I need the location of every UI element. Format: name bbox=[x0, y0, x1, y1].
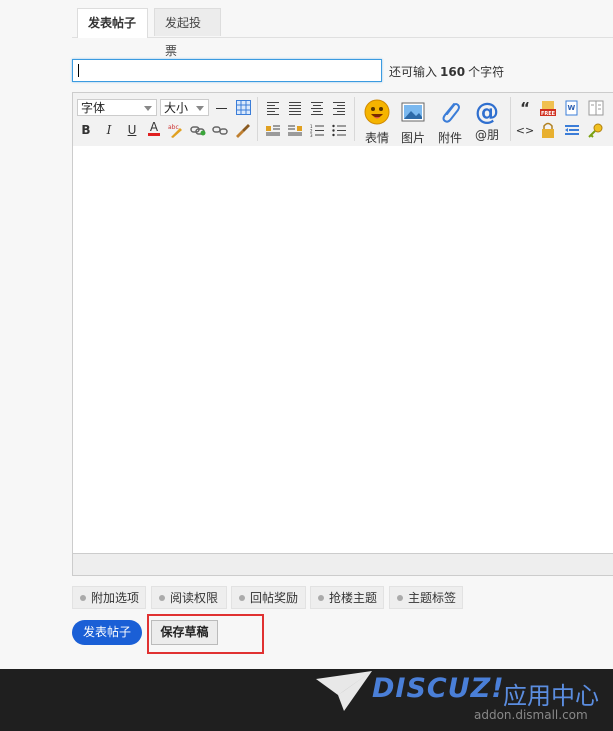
font-size-label: 大小 bbox=[164, 101, 189, 115]
code-button[interactable]: <> bbox=[516, 121, 534, 139]
counter-suffix: 个字符 bbox=[468, 65, 505, 79]
align-right-icon[interactable] bbox=[330, 99, 348, 117]
ordered-list-icon[interactable]: 123 bbox=[308, 121, 326, 139]
svg-text:abc: abc bbox=[168, 124, 179, 131]
align-left-icon[interactable] bbox=[264, 99, 282, 117]
font-size-select[interactable]: 大小 bbox=[160, 99, 209, 116]
attachment-label: 附件 bbox=[437, 131, 462, 145]
option-reply-reward[interactable]: 回帖奖励 bbox=[231, 586, 306, 609]
clear-format-icon[interactable] bbox=[233, 121, 251, 139]
svg-text:W: W bbox=[568, 104, 576, 112]
tab-new-post[interactable]: 发表帖子 bbox=[77, 8, 148, 38]
at-icon: @ bbox=[475, 98, 499, 126]
brand-logo-text: DISCUZ! bbox=[372, 673, 505, 704]
rich-text-editor: 字体 大小 B I U A abc 1 2 3 表情 图片 附件 @ @朋 “ … bbox=[72, 92, 613, 576]
page-layout-icon[interactable] bbox=[587, 99, 605, 117]
title-input[interactable] bbox=[72, 59, 382, 82]
submit-post-button[interactable]: 发表帖子 bbox=[72, 620, 142, 645]
float-left-icon[interactable] bbox=[264, 121, 282, 139]
underline-button[interactable]: U bbox=[123, 121, 141, 139]
image-label: 图片 bbox=[400, 131, 425, 145]
at-friend-button[interactable]: @ @朋 bbox=[470, 99, 504, 143]
unordered-list-icon[interactable] bbox=[330, 121, 348, 139]
at-friend-label: @朋 bbox=[474, 128, 499, 142]
tab-new-poll[interactable]: 发起投票 bbox=[154, 8, 221, 58]
link-icon[interactable] bbox=[189, 121, 207, 139]
float-right-icon[interactable] bbox=[286, 121, 304, 139]
toolbar-separator bbox=[510, 97, 511, 141]
svg-text:FREE: FREE bbox=[541, 111, 556, 117]
word-paste-icon[interactable]: W bbox=[563, 99, 581, 117]
italic-button[interactable]: I bbox=[100, 121, 118, 139]
font-family-select[interactable]: 字体 bbox=[77, 99, 157, 116]
align-justify-icon[interactable] bbox=[286, 99, 304, 117]
footer-banner: DISCUZ! 应用中心 addon.dismall.com bbox=[0, 669, 613, 731]
chevron-down-icon bbox=[196, 106, 204, 111]
quote-button[interactable]: “ bbox=[516, 99, 534, 117]
smiley-icon bbox=[364, 99, 390, 125]
chevron-down-icon bbox=[144, 106, 152, 111]
brand-cn-text: 应用中心 bbox=[503, 682, 599, 710]
editor-toolbar: 字体 大小 B I U A abc 1 2 3 表情 图片 附件 @ @朋 “ … bbox=[73, 93, 613, 147]
emoticon-label: 表情 bbox=[364, 131, 389, 145]
attachment-button[interactable]: 附件 bbox=[433, 99, 467, 146]
font-family-label: 字体 bbox=[81, 101, 106, 115]
editor-resize-bar[interactable] bbox=[73, 553, 613, 575]
toolbar-separator bbox=[257, 97, 258, 141]
key-icon[interactable] bbox=[587, 121, 605, 139]
option-extra[interactable]: 附加选项 bbox=[72, 586, 146, 609]
option-floor-contest[interactable]: 抢楼主题 bbox=[310, 586, 384, 609]
option-topic-tags[interactable]: 主题标签 bbox=[389, 586, 463, 609]
toolbar-separator bbox=[354, 97, 355, 141]
title-char-counter: 还可输入 160 个字符 bbox=[389, 63, 504, 80]
paper-plane-icon bbox=[316, 671, 372, 711]
hide-content-icon[interactable] bbox=[539, 121, 557, 139]
emoticon-button[interactable]: 表情 bbox=[360, 99, 394, 146]
brand-url: addon.dismall.com bbox=[474, 708, 588, 722]
table-icon[interactable] bbox=[234, 98, 252, 116]
free-icon[interactable]: FREE bbox=[539, 99, 557, 117]
password-icon[interactable] bbox=[563, 121, 581, 139]
counter-value: 160 bbox=[440, 65, 466, 79]
post-type-tabs: 发表帖子 发起投票 bbox=[72, 0, 613, 58]
align-center-icon[interactable] bbox=[308, 99, 326, 117]
option-read-permission[interactable]: 阅读权限 bbox=[151, 586, 227, 609]
bold-button[interactable]: B bbox=[77, 121, 95, 139]
color-swatch bbox=[148, 133, 160, 136]
unlink-icon[interactable] bbox=[211, 121, 229, 139]
counter-prefix: 还可输入 bbox=[389, 65, 438, 79]
image-icon bbox=[401, 102, 425, 122]
image-button[interactable]: 图片 bbox=[396, 99, 430, 146]
paperclip-icon bbox=[442, 103, 460, 123]
highlight-box bbox=[147, 614, 264, 654]
spellcheck-icon[interactable]: abc bbox=[167, 121, 185, 139]
font-color-label: A bbox=[149, 120, 159, 134]
editor-content-area[interactable] bbox=[73, 146, 613, 554]
svg-text:3: 3 bbox=[310, 133, 313, 137]
horizontal-rule-icon[interactable] bbox=[212, 99, 230, 117]
font-color-button[interactable]: A bbox=[145, 120, 163, 138]
text-caret bbox=[78, 64, 79, 77]
